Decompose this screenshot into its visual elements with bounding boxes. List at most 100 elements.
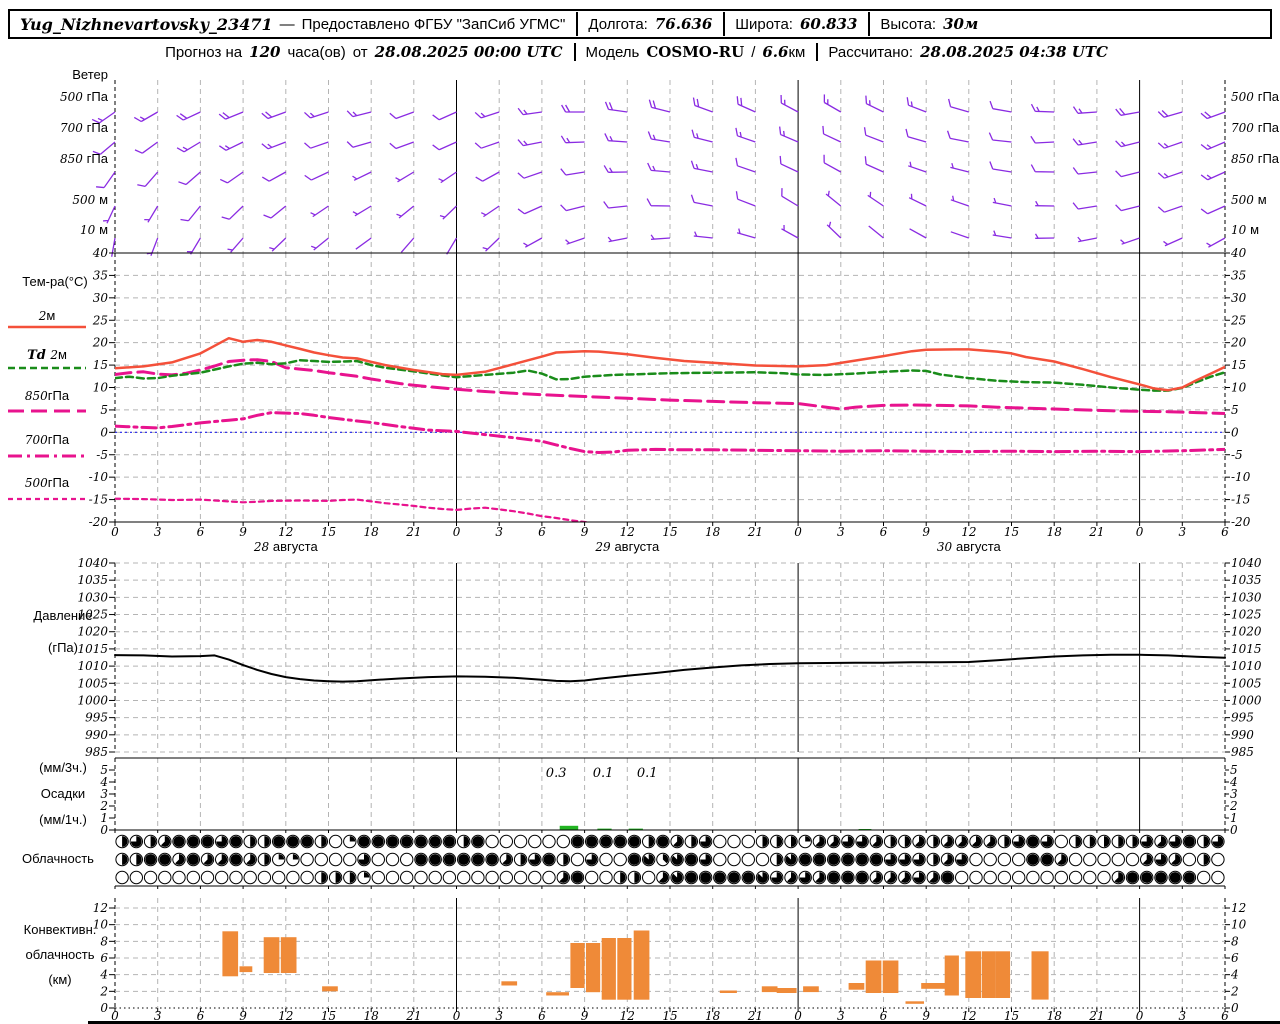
wind-barb-glyph (1157, 141, 1183, 149)
wind-barb (1200, 171, 1226, 181)
convective-tick-right: 0 (1231, 1001, 1239, 1015)
wind-barb (560, 168, 585, 176)
wind-barb (352, 171, 372, 181)
cloud-cover-circle (969, 870, 983, 885)
wind-barb (908, 193, 927, 207)
wind-barb-glyph (395, 171, 415, 183)
header-line2: Прогноз на 120 часа(ов) от 28.08.2025 00… (8, 41, 1272, 63)
cloud-cover-circle (1083, 870, 1097, 885)
level-number: 700 (60, 121, 87, 135)
wind-barb-glyph (517, 107, 542, 116)
cloud-cover-fill (187, 854, 199, 865)
legend-number: 700 (25, 433, 48, 447)
wind-barb (565, 237, 585, 245)
wind-barb (137, 171, 159, 187)
cloud-cover-fill (230, 854, 242, 865)
level-number: 850 (1231, 152, 1258, 166)
cloud-cover-circle (229, 870, 243, 885)
cloud-cover-fill (1127, 872, 1138, 883)
cloud-cover-fill (600, 836, 612, 847)
wind-barb (1030, 103, 1055, 113)
calculated-label: Рассчитано: (828, 43, 914, 61)
hour-label: 0 (1136, 525, 1144, 539)
temp-tick-right: 25 (1230, 313, 1246, 327)
cloud-cover-circle (172, 870, 186, 885)
cloud-cover-circle (1026, 870, 1040, 885)
wind-barb-glyph (474, 111, 500, 119)
wind-barb (352, 205, 372, 217)
cloud-cover-circle (499, 834, 513, 849)
cloud-cover-circle (1012, 870, 1026, 885)
wind-barb (693, 231, 713, 239)
cloud-cover-fill (629, 854, 640, 865)
temp-tick-right: 20 (1230, 336, 1247, 350)
convective-cloud-bar (263, 937, 280, 973)
cloud-cover-circle (542, 834, 556, 849)
wind-barb (1120, 237, 1140, 245)
cloud-cover-circle (328, 834, 343, 849)
temp-tick-right: 15 (1231, 358, 1246, 372)
wind-barb-glyph (693, 231, 713, 239)
wind-barb-glyph (736, 228, 756, 239)
wind-barb (395, 171, 415, 183)
wind-barb-glyph (144, 205, 159, 223)
cloud-cover-fill (685, 854, 697, 865)
wind-barb-glyph (227, 237, 244, 253)
pressure-tick-right: 995 (1231, 711, 1254, 725)
wind-barb (221, 205, 244, 220)
wind-barb (607, 236, 628, 243)
day-label: 30 августа (937, 539, 1002, 554)
hour-label: 12 (278, 525, 293, 539)
wind-barb-glyph (304, 141, 329, 149)
wind-barb (1200, 141, 1226, 151)
temp-tick-left: -5 (96, 448, 108, 462)
cloudiness-panel-title: Облачность (22, 851, 94, 866)
cloud-cover-fill (714, 872, 726, 883)
wind-barb (304, 111, 329, 119)
cloud-cover-fill (145, 854, 157, 865)
wind-barb-glyph (604, 133, 628, 143)
wind-barb-glyph (96, 171, 116, 189)
wind-barb-glyph (1115, 170, 1140, 178)
precip-unit-1h-label: (мм/1ч.) (39, 812, 87, 827)
wind-barb-glyph (947, 98, 969, 113)
pressure-panel-unit: (гПа) (48, 640, 78, 655)
hour-label-bottom: 3 (837, 1009, 845, 1023)
wind-barb (517, 139, 543, 147)
wind-barb-glyph (603, 201, 628, 209)
cloud-cover-circle (385, 870, 400, 885)
legend-number: 500 (25, 476, 48, 490)
wind-barb (438, 171, 457, 184)
wind-barb-glyph (560, 168, 585, 176)
wind-barb-glyph (909, 228, 927, 239)
wind-barb (604, 101, 628, 113)
legend-unit: гПа (48, 475, 70, 490)
cloud-cover-fill (273, 836, 285, 847)
temp-tick-right: -15 (1231, 493, 1250, 507)
wind-barb (1072, 138, 1098, 146)
wind-barb-glyph (992, 197, 1012, 207)
wind-barb (310, 237, 329, 251)
convective-tick-left: 2 (99, 984, 108, 998)
legend-label: 2м (38, 308, 56, 323)
wind-barb-glyph (517, 139, 543, 147)
cloud-cover-circle (371, 852, 385, 867)
cloud-cover-fill (629, 836, 640, 847)
legend-number: 2 (49, 348, 58, 362)
wind-barb-glyph (950, 162, 969, 173)
cloud-cover-fill (1141, 872, 1153, 883)
model-resolution-unit: км (788, 43, 806, 61)
wind-barb-glyph (905, 128, 927, 143)
temp-tick-left: -20 (89, 515, 109, 529)
cloud-cover-circle (499, 870, 513, 885)
temp-tick-left: 5 (100, 403, 108, 417)
wind-barb (692, 97, 713, 113)
cloud-cover-circle (741, 852, 755, 867)
wind-barb-glyph (1034, 233, 1055, 239)
wind-barb-glyph (352, 205, 372, 217)
cloud-cover-circle (414, 870, 428, 885)
hour-label: 18 (364, 525, 380, 539)
pressure-tick-left: 1035 (77, 573, 108, 587)
wind-barb-glyph (439, 205, 457, 220)
legend-number: 850 (25, 389, 48, 403)
